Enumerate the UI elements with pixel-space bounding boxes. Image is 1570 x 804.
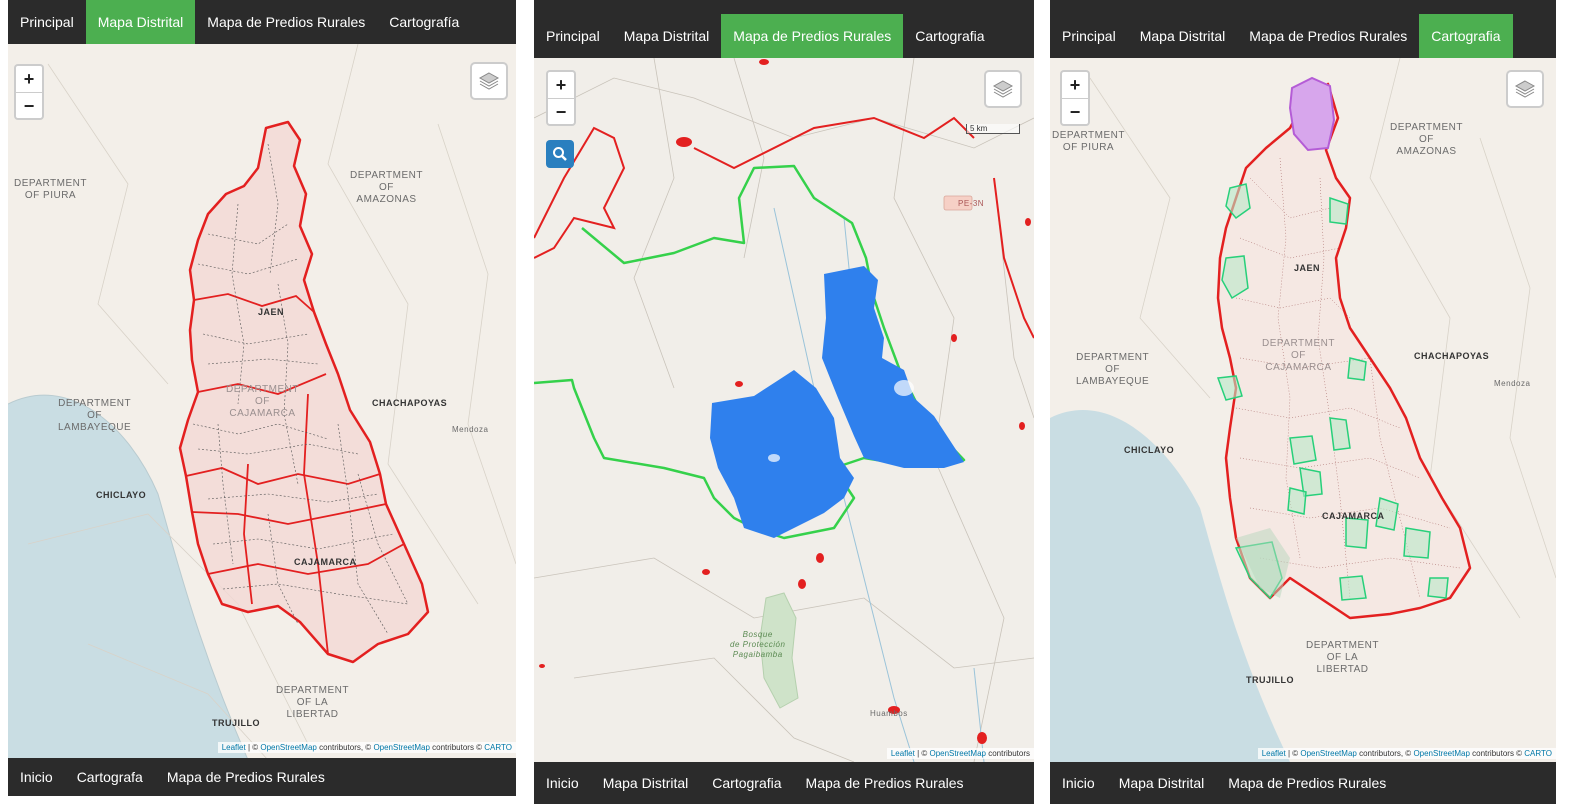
- tab-mapa-predios-rurales[interactable]: Mapa de Predios Rurales: [1237, 14, 1419, 58]
- tab-mapa-predios-rurales[interactable]: Mapa de Predios Rurales: [721, 14, 904, 58]
- label-mendoza: Mendoza: [1494, 379, 1531, 388]
- footer-mapa-predios[interactable]: Mapa de Predios Rurales: [1216, 775, 1398, 791]
- label-dept-cajamarca: DEPARTMENT OF CAJAMARCA: [1262, 338, 1335, 373]
- carto-link[interactable]: CARTO: [484, 743, 512, 752]
- osm-link[interactable]: OpenStreetMap: [260, 743, 316, 752]
- label-piura: DEPARTMENT OF PIURA: [14, 178, 87, 201]
- tab-cartografia[interactable]: Cartografía: [377, 0, 471, 44]
- label-amazonas: DEPARTMENT OF AMAZONAS: [350, 170, 423, 205]
- label-chiclayo: CHICLAYO: [96, 490, 147, 500]
- top-navbar: Principal Mapa Distrital Mapa de Predios…: [1050, 14, 1556, 58]
- footer-mapa-predios[interactable]: Mapa de Predios Rurales: [155, 769, 337, 785]
- tab-principal[interactable]: Principal: [534, 14, 612, 58]
- leaflet-link[interactable]: Leaflet: [891, 749, 915, 758]
- label-chachapoyas: CHACHAPOYAS: [1414, 351, 1490, 361]
- label-lambayeque: DEPARTMENT OF LAMBAYEQUE: [1076, 352, 1150, 387]
- tab-mapa-distrital[interactable]: Mapa Distrital: [612, 14, 722, 58]
- tab-mapa-distrital[interactable]: Mapa Distrital: [1128, 14, 1238, 58]
- zoom-control: + −: [1060, 70, 1090, 126]
- label-bosque-pagaibamba: Bosque de Protección Pagaibamba: [730, 630, 786, 659]
- footer-cartografia[interactable]: Cartografa: [65, 769, 155, 785]
- label-huambos: Huambos: [870, 709, 908, 718]
- map-attribution: Leaflet | © OpenStreetMap contributors: [886, 748, 1034, 759]
- layers-icon: [478, 72, 500, 90]
- top-navbar: Principal Mapa Distrital Mapa de Predios…: [534, 14, 1034, 58]
- footer-inicio[interactable]: Inicio: [534, 775, 591, 791]
- tab-principal[interactable]: Principal: [8, 0, 86, 44]
- map-canvas[interactable]: [1050, 58, 1556, 762]
- tab-cartografia[interactable]: Cartografia: [1419, 14, 1513, 58]
- label-la-libertad: DEPARTMENT OF LA LIBERTAD: [276, 685, 349, 720]
- label-cajamarca: CAJAMARCA: [1322, 511, 1385, 521]
- label-la-libertad: DEPARTMENT OF LA LIBERTAD: [1306, 640, 1379, 675]
- top-navbar: Principal Mapa Distrital Mapa de Predios…: [8, 0, 516, 44]
- layers-button[interactable]: [984, 70, 1022, 108]
- panel-cartografia: Principal Mapa Distrital Mapa de Predios…: [1050, 0, 1556, 804]
- zoom-out-button[interactable]: −: [16, 92, 42, 118]
- zoom-control: + −: [546, 70, 576, 126]
- label-dept-cajamarca: DEPARTMENT OF CAJAMARCA: [226, 384, 299, 419]
- label-piura: DEPARTMENT OF PIURA: [1052, 130, 1125, 153]
- tab-mapa-predios-rurales[interactable]: Mapa de Predios Rurales: [195, 0, 377, 44]
- map-attribution: Leaflet | © OpenStreetMap contributors, …: [217, 742, 516, 753]
- tab-principal[interactable]: Principal: [1050, 14, 1128, 58]
- label-amazonas: DEPARTMENT OF AMAZONAS: [1390, 122, 1463, 157]
- osm-link-2[interactable]: OpenStreetMap: [373, 743, 429, 752]
- search-button[interactable]: [546, 140, 574, 168]
- leaflet-link[interactable]: Leaflet: [222, 743, 246, 752]
- label-chiclayo: CHICLAYO: [1124, 445, 1175, 455]
- footer-mapa-predios[interactable]: Mapa de Predios Rurales: [794, 775, 976, 791]
- zoom-out-button[interactable]: −: [1062, 98, 1088, 124]
- footer-inicio[interactable]: Inicio: [8, 769, 65, 785]
- label-jaen: JAEN: [1294, 263, 1321, 273]
- scale-bar: 5 km: [966, 124, 1020, 134]
- label-mendoza: Mendoza: [452, 425, 489, 434]
- leaflet-link[interactable]: Leaflet: [1262, 749, 1286, 758]
- bottom-navbar: Inicio Cartografa Mapa de Predios Rurale…: [8, 758, 516, 796]
- osm-link[interactable]: OpenStreetMap: [929, 749, 985, 758]
- zoom-control: + −: [14, 64, 44, 120]
- zoom-out-button[interactable]: −: [548, 98, 574, 124]
- panel-top-border: [534, 0, 1034, 14]
- label-lambayeque: DEPARTMENT OF LAMBAYEQUE: [58, 398, 132, 433]
- label-trujillo: TRUJILLO: [1246, 675, 1294, 685]
- label-cajamarca: CAJAMARCA: [294, 557, 357, 567]
- panel-top-border: [1050, 0, 1556, 14]
- label-chachapoyas: CHACHAPOYAS: [372, 398, 448, 408]
- tab-cartografia[interactable]: Cartografia: [903, 14, 996, 58]
- bottom-navbar: Inicio Mapa Distrital Mapa de Predios Ru…: [1050, 762, 1556, 804]
- label-trujillo: TRUJILLO: [212, 718, 260, 728]
- footer-cartografia[interactable]: Cartografia: [700, 775, 793, 791]
- panel-mapa-distrital: Principal Mapa Distrital Mapa de Predios…: [8, 0, 516, 796]
- layers-icon: [1514, 80, 1536, 98]
- tab-mapa-distrital[interactable]: Mapa Distrital: [85, 0, 196, 44]
- footer-inicio[interactable]: Inicio: [1050, 775, 1107, 791]
- osm-link-2[interactable]: OpenStreetMap: [1413, 749, 1469, 758]
- layers-button[interactable]: [1506, 70, 1544, 108]
- zoom-in-button[interactable]: +: [1062, 72, 1088, 98]
- label-pe3n: PE-3N: [958, 199, 985, 208]
- zoom-in-button[interactable]: +: [548, 72, 574, 98]
- footer-mapa-distrital[interactable]: Mapa Distrital: [591, 775, 701, 791]
- search-icon: [553, 147, 567, 161]
- footer-mapa-distrital[interactable]: Mapa Distrital: [1107, 775, 1217, 791]
- carto-link[interactable]: CARTO: [1524, 749, 1552, 758]
- bottom-navbar: Inicio Mapa Distrital Cartografia Mapa d…: [534, 762, 1034, 804]
- label-jaen: JAEN: [258, 307, 285, 317]
- layers-button[interactable]: [470, 62, 508, 100]
- zoom-in-button[interactable]: +: [16, 66, 42, 92]
- layers-icon: [992, 80, 1014, 98]
- panel-mapa-predios-rurales: Principal Mapa Distrital Mapa de Predios…: [534, 0, 1034, 804]
- map-attribution: Leaflet | © OpenStreetMap contributors, …: [1257, 748, 1556, 759]
- osm-link[interactable]: OpenStreetMap: [1300, 749, 1356, 758]
